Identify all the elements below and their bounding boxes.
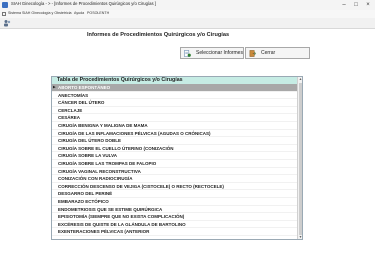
table-row[interactable]: EPISIOTOMÍA (SIEMPRE QUE NO EXISTA COMPL… [52,213,298,221]
row-label: ABORTO ESPONTÁNEO [58,85,111,90]
row-label: CIRUGÍA VAGINAL RECONSTRUCTIVA [58,168,141,174]
row-label: ENDOMETRIOSIS QUE SE ESTIME QUIRÚRGICA [58,206,163,212]
menu-item-sistema[interactable]: Sistema SIAH Ginecología y Obstetricia [8,11,72,15]
row-label: EPISIOTOMÍA (SIEMPRE QUE NO EXISTA COMPL… [58,214,185,220]
table-row[interactable]: CERCLAJE [52,107,298,115]
row-label: CERCLAJE [58,107,83,113]
menu-item-ayuda[interactable]: Ayuda [74,11,84,15]
table-row[interactable]: CESÁREA [52,114,298,122]
toolbar-divider [0,28,375,29]
minimize-icon[interactable]: – [338,0,350,10]
table-row[interactable]: CIRUGÍA DEL ÚTERO DOBLE [52,137,298,145]
table-row[interactable]: CONIZACIÓN CON RADIOCIRUGÍA [52,175,298,183]
window-title: SIAH Ginecología - > - [Informes de Proc… [11,1,156,6]
table-row[interactable]: CÁNCER DEL ÚTERO [52,99,298,107]
row-label: CIRUGÍA SOBRE LAS TROMPAS DE FALOPIO [58,160,157,166]
row-label: CONIZACIÓN CON RADIOCIRUGÍA [58,176,133,182]
table-row[interactable]: ENDOMETRIOSIS QUE SE ESTIME QUIRÚRGICA [52,206,298,214]
select-reports-button[interactable]: Seleccionar Informes [180,47,244,59]
vertical-scrollbar[interactable]: ▲ ▼ [297,77,302,239]
table-row[interactable]: EMBARAZO ECTÓPICO [52,198,298,206]
table-header: Tabla de Procedimientos Quirúrgicos y/o … [52,77,298,84]
row-label: ANECTOMÍAS [58,92,89,98]
scroll-up-arrow-icon[interactable]: ▲ [298,77,302,82]
menu-bar: Sistema SIAH Ginecología y Obstetricia A… [0,10,375,18]
table-row[interactable]: DESGARRO DEL PERINÉ [52,190,298,198]
menu-item-posolenth[interactable]: POSOLENTH [87,11,109,15]
procedures-table: Tabla de Procedimientos Quirúrgicos y/o … [51,76,303,240]
table-row[interactable]: CIRUGÍA VAGINAL RECONSTRUCTIVA [52,168,298,176]
row-selector-icon: ▶ [53,85,56,89]
table-row[interactable]: CIRUGÍA BENIGNA Y MALIGNA DE MAMA [52,122,298,130]
row-label: DESGARRO DEL PERINÉ [58,191,113,197]
page-title: Informes de Procedimientos Quirúrgicos y… [87,32,230,38]
table-row[interactable]: EXENTERACIONES PÉLVICAS (ANTERIOR [52,228,298,236]
users-icon[interactable] [3,19,11,27]
row-label: EXCÉRESIS DE QUISTE DE LA GLÁNDULA DE BA… [58,221,186,227]
row-label: CIRUGÍA DE LAS INFLAMACIONES PÉLVICAS (A… [58,130,211,136]
close-door-icon [249,50,256,57]
table-row[interactable]: ANECTOMÍAS [52,92,298,100]
menu-app-icon [2,12,6,16]
table-rows: ▶ ABORTO ESPONTÁNEO ANECTOMÍAS CÁNCER DEL Ú… [52,84,298,236]
close-label: Cerrar [261,50,276,56]
table-row[interactable]: EXCÉRESIS DE QUISTE DE LA GLÁNDULA DE BA… [52,221,298,229]
close-window-icon[interactable]: × [362,0,374,10]
toolbar [0,18,375,28]
row-label: CÁNCER DEL ÚTERO [58,100,105,106]
table-row[interactable]: CIRUGÍA DE LAS INFLAMACIONES PÉLVICAS (A… [52,130,298,138]
maximize-icon[interactable]: □ [350,0,362,10]
report-select-icon [184,50,191,57]
table-row[interactable]: CIRUGÍA SOBRE LAS TROMPAS DE FALOPIO [52,160,298,168]
table-row[interactable]: CIRUGÍA SOBRE LA VULVA [52,152,298,160]
table-row[interactable]: ▶ ABORTO ESPONTÁNEO [52,84,298,92]
row-label: CORRECCIÓN DESCENSO DE VEJIGA (CISTOCELE… [58,183,224,189]
row-label: CIRUGÍA SOBRE LA VULVA [58,153,118,159]
row-label: CIRUGÍA SOBRE EL CUELLO ÚTERINO (CONIZAC… [58,145,174,151]
app-icon [2,2,8,8]
row-label: CIRUGÍA DEL ÚTERO DOBLE [58,138,122,144]
close-button[interactable]: Cerrar [245,47,310,59]
row-label: CESÁREA [58,115,81,121]
table-row[interactable]: CIRUGÍA SOBRE EL CUELLO ÚTERINO (CONIZAC… [52,145,298,153]
scroll-down-arrow-icon[interactable]: ▼ [298,235,302,239]
row-label: EMBARAZO ECTÓPICO [58,198,109,204]
scroll-thumb[interactable] [298,83,302,235]
row-label: EXENTERACIONES PÉLVICAS (ANTERIOR [58,229,150,235]
select-reports-label: Seleccionar Informes [196,50,243,56]
table-row[interactable]: CORRECCIÓN DESCENSO DE VEJIGA (CISTOCELE… [52,183,298,191]
title-bar: SIAH Ginecología - > - [Informes de Proc… [0,0,375,10]
row-label: CIRUGÍA BENIGNA Y MALIGNA DE MAMA [58,122,148,128]
